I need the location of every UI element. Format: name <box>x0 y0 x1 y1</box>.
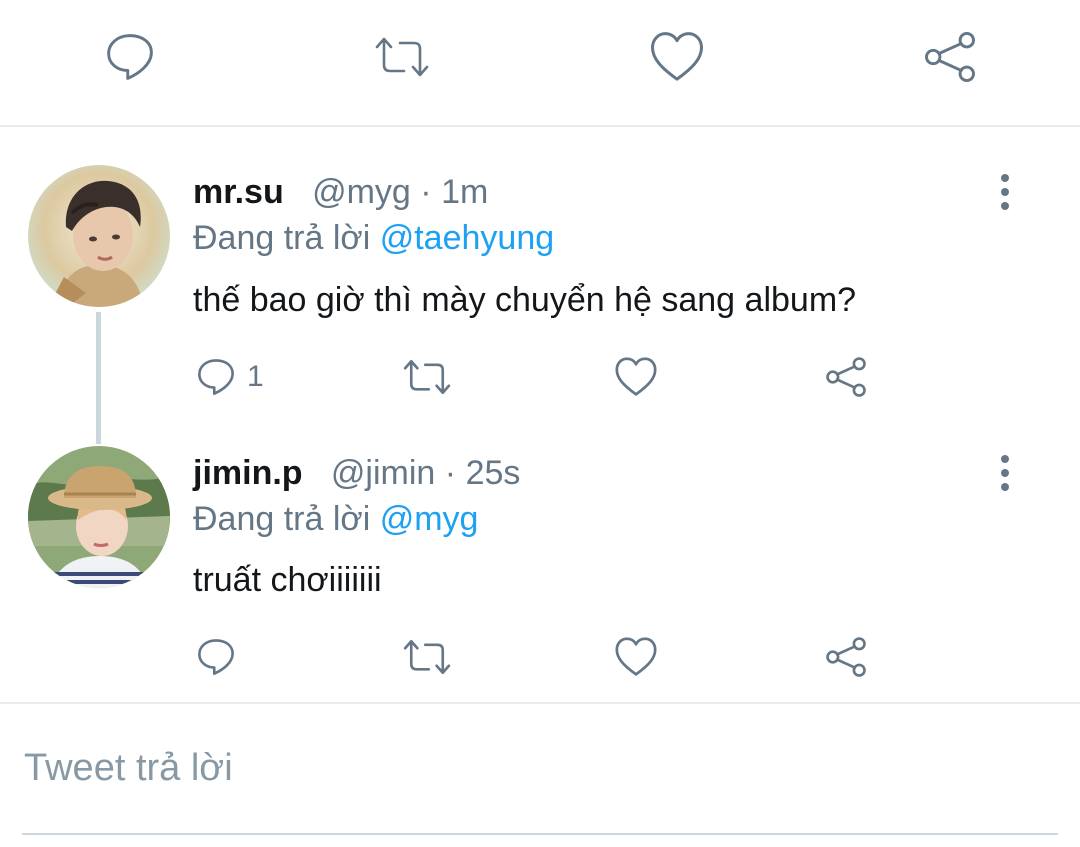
retweet-icon <box>375 37 429 77</box>
tweet-timestamp: 1m <box>441 173 489 211</box>
tweet-action-bar: 1 <box>0 352 1080 402</box>
main-tweet-action-bar <box>0 0 1080 126</box>
tweet-thread-page: mr.su @myg · 1m Đang trả lời @taehyung t… <box>0 0 1080 847</box>
compose-underline <box>22 833 1058 835</box>
reply-icon <box>107 34 153 80</box>
separator-dot: · <box>444 454 457 492</box>
heart-icon <box>615 357 657 396</box>
reply-compose-input[interactable]: Tweet trả lời <box>24 745 233 791</box>
more-options-button[interactable] <box>990 170 1020 214</box>
display-name[interactable]: mr.su <box>193 173 284 211</box>
replying-prefix: Đang trả lời <box>193 500 371 538</box>
reply-button[interactable]: 1 <box>195 352 264 402</box>
retweet-button[interactable] <box>402 632 452 682</box>
share-icon <box>826 357 866 397</box>
share-button[interactable] <box>824 352 868 402</box>
tweet-timestamp: 25s <box>465 454 521 492</box>
heart-icon <box>650 32 704 81</box>
share-icon <box>826 637 866 677</box>
reply-icon <box>198 639 234 675</box>
like-button[interactable] <box>614 352 658 402</box>
avatar[interactable] <box>28 446 170 588</box>
reply-button[interactable] <box>195 632 247 682</box>
avatar[interactable] <box>28 165 170 307</box>
retweet-icon <box>403 639 451 675</box>
replying-to-mention[interactable]: @myg <box>380 500 479 538</box>
replying-to-line: Đang trả lời @taehyung <box>193 218 554 258</box>
display-name[interactable]: jimin.p <box>193 454 303 492</box>
avatar-image-mr-su <box>28 165 170 307</box>
tweet-text: truất chơiiiiiii <box>193 561 382 599</box>
divider <box>0 702 1080 704</box>
retweet-button[interactable] <box>374 29 430 85</box>
user-handle[interactable]: @jimin <box>331 454 435 492</box>
separator-dot: · <box>420 173 432 211</box>
tweet-action-bar <box>0 632 1080 682</box>
like-button[interactable] <box>614 632 658 682</box>
more-options-button[interactable] <box>990 451 1020 495</box>
reply-icon <box>198 359 234 395</box>
reply-count: 1 <box>247 360 264 393</box>
divider <box>0 125 1080 127</box>
share-button[interactable] <box>922 29 978 85</box>
replying-to-mention[interactable]: @taehyung <box>380 219 554 257</box>
retweet-icon <box>403 359 451 395</box>
tweet-text: thế bao giờ thì mày chuyển hệ sang album… <box>193 281 857 319</box>
tweet-header: jimin.p @jimin · 25s <box>193 453 520 493</box>
user-handle[interactable]: @myg <box>312 173 411 211</box>
replying-to-line: Đang trả lời @myg <box>193 499 478 539</box>
heart-icon <box>615 637 657 676</box>
tweet-header: mr.su @myg · 1m <box>193 172 488 212</box>
avatar-image-jimin-p <box>28 446 170 588</box>
like-button[interactable] <box>649 29 705 85</box>
retweet-button[interactable] <box>402 352 452 402</box>
share-button[interactable] <box>824 632 868 682</box>
replying-prefix: Đang trả lời <box>193 219 371 257</box>
share-icon <box>925 32 975 82</box>
reply-button[interactable] <box>102 29 158 85</box>
